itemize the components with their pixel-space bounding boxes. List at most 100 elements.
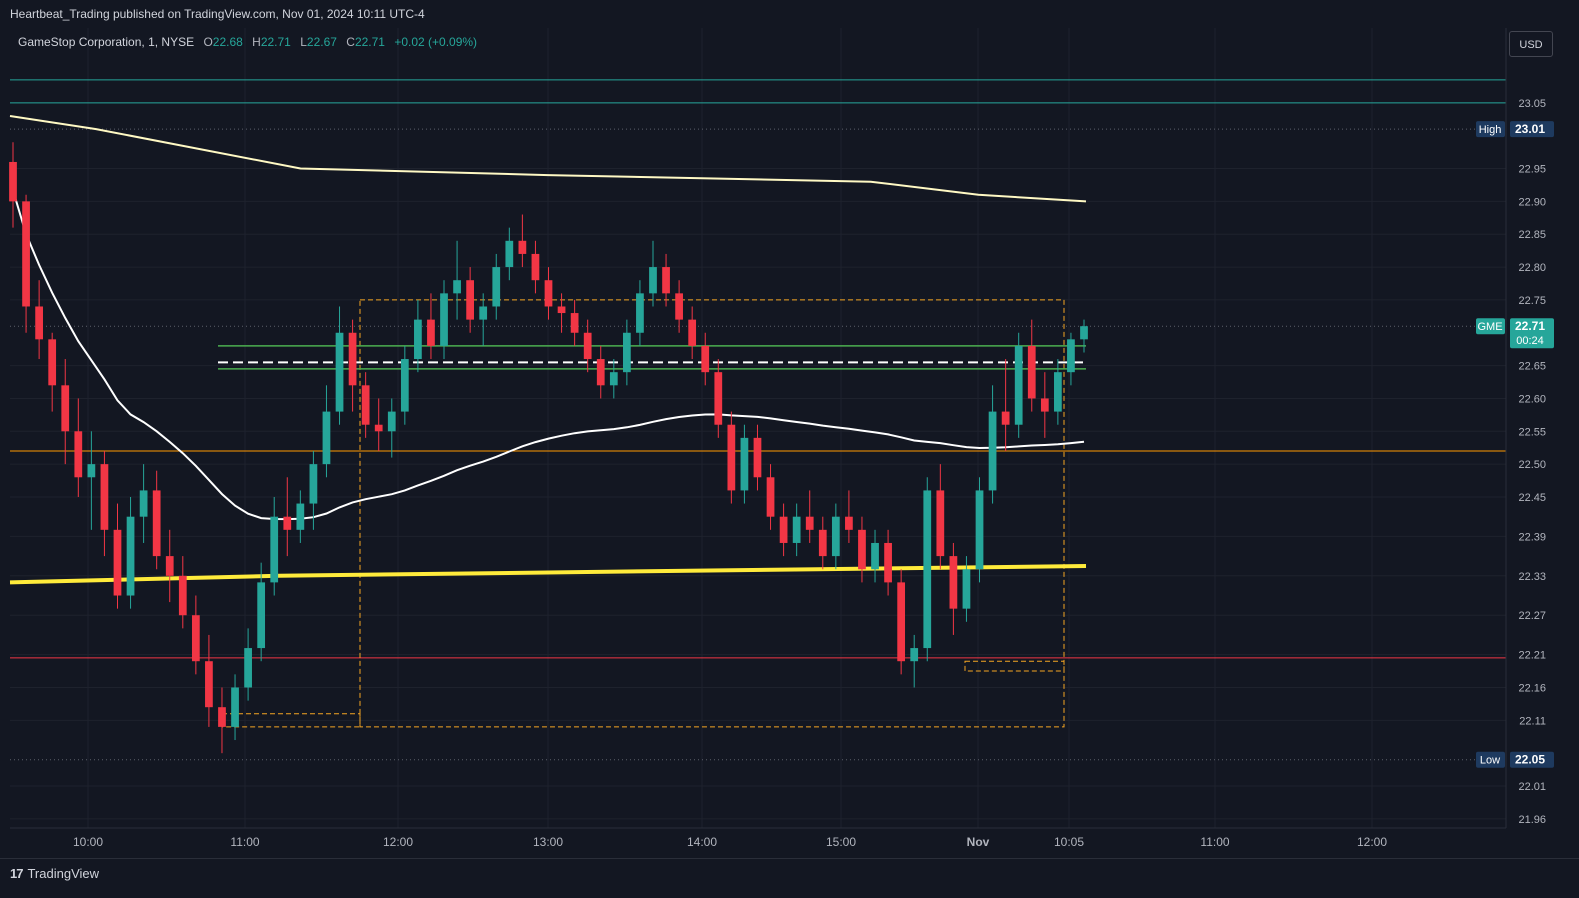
candle-body <box>871 542 879 570</box>
price-tick-label: 22.75 <box>1518 295 1546 307</box>
price-tag-label: High <box>1479 124 1502 136</box>
candle-body <box>1027 345 1036 399</box>
candle-body <box>61 385 70 432</box>
candle-body <box>975 490 984 570</box>
time-tick-label: 12:00 <box>383 835 413 849</box>
candle-body <box>923 490 932 649</box>
change-value: +0.02 (+0.09%) <box>394 35 478 49</box>
candle-body <box>701 345 710 373</box>
symbol-legend: GameStop Corporation, 1, NYSE O22.68 H22… <box>18 34 483 50</box>
price-tick-label: 22.85 <box>1518 229 1546 241</box>
price-tick-label: 22.39 <box>1518 531 1546 543</box>
tradingview-brand[interactable]: 17 TradingView <box>10 866 99 881</box>
candle-body <box>361 385 370 425</box>
candle-body <box>113 529 122 596</box>
time-axis: 10:00 11:00 12:00 13:00 14:00 15:00 Nov 10:05 11… <box>10 827 1506 849</box>
candle-body <box>165 556 174 576</box>
candle-body <box>178 575 187 616</box>
currency-button[interactable]: USD <box>1509 31 1553 57</box>
candle-body <box>714 372 723 425</box>
low-label: L <box>300 35 307 49</box>
time-tick-label: 10:00 <box>73 835 103 849</box>
candle-body <box>152 490 161 557</box>
candle-body <box>400 359 409 412</box>
candle-body <box>1080 326 1088 340</box>
price-tick-label: 22.55 <box>1518 426 1546 438</box>
candle-body <box>296 503 305 530</box>
candle-body <box>805 516 814 530</box>
candle-body <box>570 313 579 333</box>
high-label: H <box>252 35 261 49</box>
candle-body <box>636 293 644 333</box>
close-label: C <box>346 35 355 49</box>
horizontal-levels <box>10 79 1506 761</box>
price-tick-label: 22.21 <box>1518 650 1546 662</box>
candle-body <box>531 253 540 281</box>
symbol-name: GameStop Corporation, 1, NYSE <box>18 35 195 49</box>
candle-body <box>688 319 697 346</box>
candle-body <box>100 464 109 530</box>
price-tick-label: 22.16 <box>1518 682 1546 694</box>
candle-body <box>440 293 448 346</box>
time-tick-label: Nov <box>967 835 990 849</box>
candle-body <box>87 464 96 478</box>
candle-body <box>792 516 801 543</box>
candle-body <box>492 267 501 307</box>
price-tick-label: 21.96 <box>1518 814 1546 826</box>
candle-body <box>858 529 866 570</box>
price-axis: 23.05 22.95 22.90 22.85 22.80 22.75 22.65 22.60… <box>1505 28 1579 828</box>
candle-body <box>205 661 213 708</box>
candle-body <box>374 424 383 432</box>
candle-body <box>231 687 239 727</box>
time-tick-label: 12:00 <box>1357 835 1387 849</box>
low-value: 22.67 <box>306 35 337 49</box>
price-chart[interactable]: 23.05 22.95 22.90 22.85 22.80 22.75 22.65 22.60… <box>0 0 1579 858</box>
candle-body <box>1067 339 1075 373</box>
brand-name: TradingView <box>27 866 100 881</box>
open-value: 22.68 <box>212 35 243 49</box>
candle-body <box>779 516 788 543</box>
price-tag-value: 23.01 <box>1515 122 1545 136</box>
footer-bar <box>0 858 1579 898</box>
price-tick-label: 22.45 <box>1518 492 1546 504</box>
candle-body <box>544 280 553 307</box>
candle-body <box>191 615 200 662</box>
candle-body <box>139 490 148 517</box>
high-value: 22.71 <box>260 35 291 49</box>
candle-body <box>609 372 618 386</box>
candle-body <box>1054 372 1062 412</box>
price-tick-label: 22.50 <box>1518 459 1546 471</box>
candle-body <box>753 437 762 478</box>
open-label: O <box>203 35 213 49</box>
candle-body <box>936 490 945 557</box>
time-tick-label: 10:05 <box>1054 835 1084 849</box>
candle-body <box>583 332 592 360</box>
price-tick-label: 23.05 <box>1518 98 1546 110</box>
candle-body <box>818 529 827 557</box>
candle-body <box>1001 411 1010 425</box>
candle-body <box>675 293 683 320</box>
candle-body <box>910 648 919 662</box>
time-tick-label: 11:00 <box>1200 835 1229 849</box>
price-tick-label: 22.90 <box>1518 196 1546 208</box>
price-tag-label: GME <box>1477 321 1502 333</box>
candle-body <box>22 201 30 307</box>
candle-body <box>126 516 135 596</box>
tradingview-logo-icon: 17 <box>10 866 24 881</box>
candle-body <box>622 332 631 373</box>
candle-body <box>348 332 357 386</box>
candle-body <box>335 332 344 412</box>
candle-body <box>1014 345 1023 425</box>
price-tick-label: 22.80 <box>1518 262 1546 274</box>
candle-body <box>466 280 475 320</box>
candle-body <box>283 516 292 530</box>
price-tick-label: 22.11 <box>1519 715 1546 727</box>
candle-body <box>740 437 749 491</box>
price-tick-label: 22.01 <box>1518 781 1546 793</box>
candle-body <box>74 431 83 478</box>
candle-body <box>988 411 997 491</box>
candle-body <box>845 516 853 530</box>
time-tick-label: 11:00 <box>230 835 259 849</box>
price-tag-value: 22.05 <box>1515 753 1545 767</box>
time-tick-label: 15:00 <box>826 835 856 849</box>
